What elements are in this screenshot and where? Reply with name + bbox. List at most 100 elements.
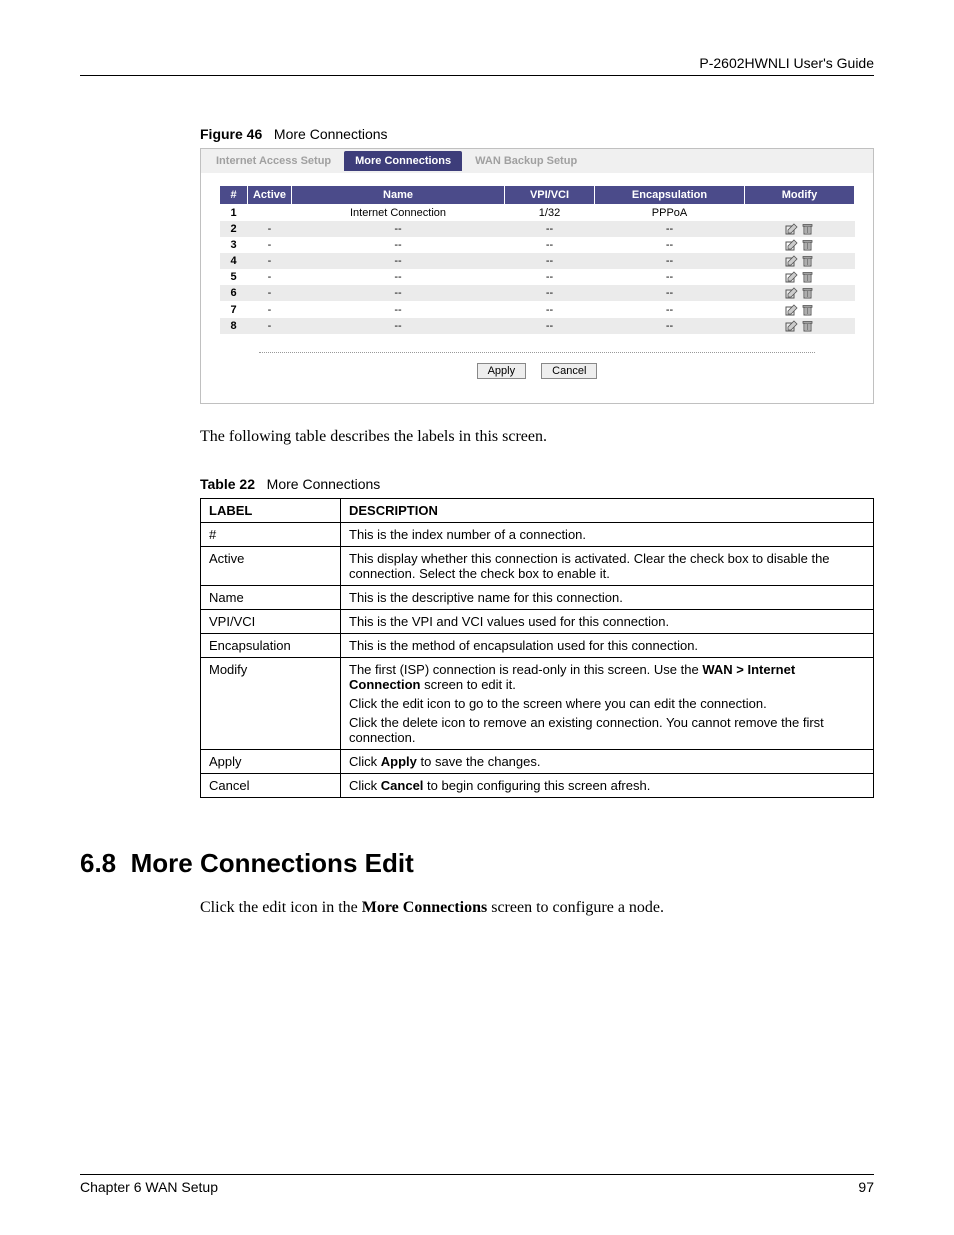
col-modify: Modify <box>745 186 855 205</box>
edit-icon[interactable] <box>785 255 798 267</box>
cell-vpivci: -- <box>505 269 595 285</box>
desc-text: This is the index number of a connection… <box>341 522 874 546</box>
more-connections-panel: Internet Access SetupMore ConnectionsWAN… <box>200 148 874 404</box>
section-number: 6.8 <box>80 848 116 878</box>
footer-page-number: 97 <box>858 1179 874 1195</box>
col-encap: Encapsulation <box>595 186 745 205</box>
edit-icon[interactable] <box>785 287 798 299</box>
desc-row: EncapsulationThis is the method of encap… <box>201 633 874 657</box>
cell-idx: 5 <box>220 269 248 285</box>
desc-label: Modify <box>201 657 341 749</box>
cell-name: -- <box>292 221 505 237</box>
cell-encap: -- <box>595 237 745 253</box>
col-vpivci: VPI/VCI <box>505 186 595 205</box>
cell-modify <box>745 269 855 285</box>
tab-bar: Internet Access SetupMore ConnectionsWAN… <box>201 149 873 173</box>
table-row: 2------- <box>220 221 855 237</box>
desc-text: Click Cancel to begin configuring this s… <box>341 773 874 797</box>
cell-name: -- <box>292 269 505 285</box>
cell-vpivci: -- <box>505 301 595 317</box>
delete-icon[interactable] <box>801 223 814 235</box>
tab-internet-access-setup[interactable]: Internet Access Setup <box>205 151 342 171</box>
cell-idx: 6 <box>220 285 248 301</box>
cell-modify <box>745 318 855 334</box>
cell-active: - <box>248 221 292 237</box>
desc-row: VPI/VCIThis is the VPI and VCI values us… <box>201 609 874 633</box>
cell-vpivci: -- <box>505 221 595 237</box>
desc-label: VPI/VCI <box>201 609 341 633</box>
cell-encap: -- <box>595 318 745 334</box>
cell-encap: -- <box>595 221 745 237</box>
col-active: Active <box>248 186 292 205</box>
edit-icon[interactable] <box>785 320 798 332</box>
delete-icon[interactable] <box>801 271 814 283</box>
cell-encap: PPPoA <box>595 205 745 222</box>
cell-active <box>248 205 292 222</box>
description-table: LABEL DESCRIPTION #This is the index num… <box>200 498 874 798</box>
edit-icon[interactable] <box>785 223 798 235</box>
divider <box>259 352 815 353</box>
cell-name: -- <box>292 237 505 253</box>
cell-name: -- <box>292 318 505 334</box>
edit-icon[interactable] <box>785 271 798 283</box>
desc-row: NameThis is the descriptive name for thi… <box>201 585 874 609</box>
desc-label: # <box>201 522 341 546</box>
desc-text: The first (ISP) connection is read-only … <box>341 657 874 749</box>
cell-active: - <box>248 318 292 334</box>
table-row: 7------- <box>220 301 855 317</box>
intro-paragraph: The following table describes the labels… <box>200 428 874 446</box>
section-body: Click the edit icon in the More Connecti… <box>200 899 874 917</box>
cell-active: - <box>248 285 292 301</box>
table-row: 4------- <box>220 253 855 269</box>
desc-text: Click Apply to save the changes. <box>341 749 874 773</box>
delete-icon[interactable] <box>801 320 814 332</box>
table-caption: Table 22 More Connections <box>200 476 874 492</box>
cell-modify <box>745 301 855 317</box>
cell-active: - <box>248 253 292 269</box>
cell-active: - <box>248 269 292 285</box>
cell-encap: -- <box>595 285 745 301</box>
footer-chapter: Chapter 6 WAN Setup <box>80 1179 218 1195</box>
figure-caption: Figure 46 More Connections <box>200 126 874 142</box>
delete-icon[interactable] <box>801 239 814 251</box>
cell-modify <box>745 205 855 222</box>
col-idx: # <box>220 186 248 205</box>
tab-more-connections[interactable]: More Connections <box>344 151 462 171</box>
cell-vpivci: 1/32 <box>505 205 595 222</box>
cell-name: -- <box>292 253 505 269</box>
cell-idx: 3 <box>220 237 248 253</box>
table-row: 6------- <box>220 285 855 301</box>
section-heading: 6.8 More Connections Edit <box>80 848 874 879</box>
delete-icon[interactable] <box>801 304 814 316</box>
desc-row: #This is the index number of a connectio… <box>201 522 874 546</box>
delete-icon[interactable] <box>801 255 814 267</box>
cell-encap: -- <box>595 253 745 269</box>
cell-idx: 8 <box>220 318 248 334</box>
cell-name: -- <box>292 285 505 301</box>
edit-icon[interactable] <box>785 304 798 316</box>
cell-name: Internet Connection <box>292 205 505 222</box>
table-row: 1 Internet Connection1/32PPPoA <box>220 205 855 222</box>
desc-row: ApplyClick Apply to save the changes. <box>201 749 874 773</box>
delete-icon[interactable] <box>801 287 814 299</box>
table-row: 8------- <box>220 318 855 334</box>
tab-wan-backup-setup[interactable]: WAN Backup Setup <box>464 151 588 171</box>
cell-modify <box>745 253 855 269</box>
cell-vpivci: -- <box>505 318 595 334</box>
cell-vpivci: -- <box>505 237 595 253</box>
cell-modify <box>745 285 855 301</box>
desc-text: This is the descriptive name for this co… <box>341 585 874 609</box>
cell-active: - <box>248 301 292 317</box>
figure-label: Figure 46 <box>200 126 262 142</box>
cell-name: -- <box>292 301 505 317</box>
edit-icon[interactable] <box>785 239 798 251</box>
desc-text: This display whether this connection is … <box>341 546 874 585</box>
cancel-button[interactable]: Cancel <box>541 363 597 379</box>
desc-label: Encapsulation <box>201 633 341 657</box>
connections-table: #ActiveNameVPI/VCIEncapsulationModify 1 I… <box>219 185 855 334</box>
col-description: DESCRIPTION <box>341 498 874 522</box>
desc-label: Apply <box>201 749 341 773</box>
apply-button[interactable]: Apply <box>477 363 527 379</box>
col-name: Name <box>292 186 505 205</box>
cell-idx: 1 <box>220 205 248 222</box>
